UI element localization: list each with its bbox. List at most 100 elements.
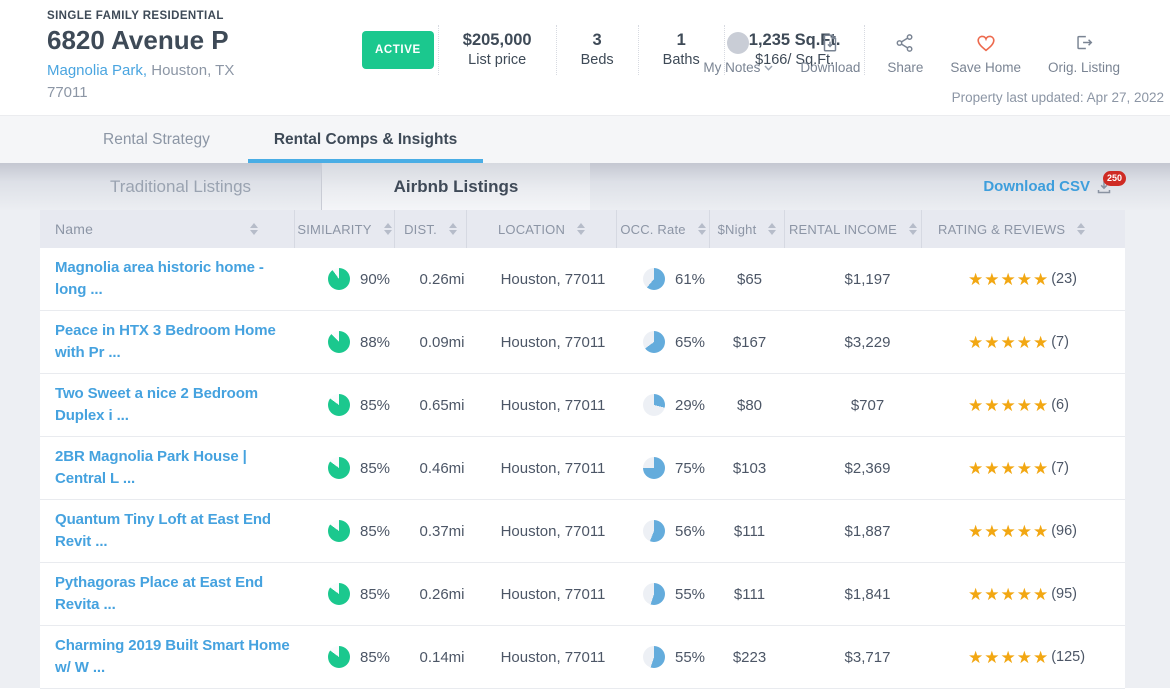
similarity-value: 85% xyxy=(360,523,390,540)
download-csv-link[interactable]: Download CSV 250 xyxy=(983,163,1112,210)
table-row: Two Sweet a nice 2 Bedroom Duplex i ... … xyxy=(40,374,1125,437)
tab-rental-comps-insights[interactable]: Rental Comps & Insights xyxy=(266,116,465,163)
comps-table-body: Magnolia area historic home - long ... 9… xyxy=(40,248,1125,688)
occupancy-pie-icon xyxy=(643,583,665,605)
similarity-value: 88% xyxy=(360,334,390,351)
occupancy-value: 75% xyxy=(675,460,705,477)
column-header-location[interactable]: LOCATION xyxy=(467,210,617,248)
occupancy-value: 55% xyxy=(675,586,705,603)
night-price-value: $80 xyxy=(737,397,762,414)
star-rating-icon: ★★★★★ xyxy=(968,334,1049,351)
star-rating-icon: ★★★★★ xyxy=(968,460,1049,477)
last-updated-label: Property last updated: Apr 27, 2022 xyxy=(952,90,1164,105)
sort-icon[interactable] xyxy=(449,223,457,235)
comps-section: Traditional Listings Airbnb Listings Dow… xyxy=(0,163,1170,688)
location-value: Houston, 77011 xyxy=(501,649,606,666)
star-rating-icon: ★★★★★ xyxy=(968,523,1049,540)
similarity-value: 85% xyxy=(360,460,390,477)
property-location: Magnolia Park, Houston, TX 77011 xyxy=(47,60,272,104)
night-price-value: $167 xyxy=(733,334,766,351)
similarity-value: 85% xyxy=(360,586,390,603)
occupancy-pie-icon xyxy=(643,331,665,353)
location-value: Houston, 77011 xyxy=(501,397,606,414)
sort-icon[interactable] xyxy=(909,223,917,235)
sort-icon[interactable] xyxy=(1077,223,1085,235)
download-button[interactable]: Download xyxy=(800,32,860,75)
comps-table-header: NameSIMILARITYDIST.LOCATIONOCC. Rate$Nig… xyxy=(40,210,1125,248)
column-header-rental-income[interactable]: RENTAL INCOME xyxy=(785,210,922,248)
distance-value: 0.09mi xyxy=(419,334,464,351)
table-row: Quantum Tiny Loft at East End Revit ... … xyxy=(40,500,1125,563)
rental-income-value: $1,841 xyxy=(845,586,891,603)
similarity-value: 90% xyxy=(360,271,390,288)
occupancy-pie-icon xyxy=(643,394,665,416)
listing-name-link[interactable]: Charming 2019 Built Smart Home w/ W ... xyxy=(55,635,295,680)
listing-name-link[interactable]: Peace in HTX 3 Bedroom Home with Pr ... xyxy=(55,320,295,365)
external-listing-icon xyxy=(1073,32,1095,54)
neighborhood-link[interactable]: Magnolia Park, xyxy=(47,62,147,79)
occupancy-pie-icon xyxy=(643,268,665,290)
rental-income-value: $3,229 xyxy=(845,334,891,351)
similarity-pie-icon xyxy=(328,331,350,353)
distance-value: 0.26mi xyxy=(419,271,464,288)
column-header-rating-reviews[interactable]: RATING & REVIEWS xyxy=(922,210,1125,248)
heart-icon xyxy=(975,32,997,54)
reviews-count: (96) xyxy=(1051,523,1077,539)
location-value: Houston, 77011 xyxy=(501,460,606,477)
listing-name-link[interactable]: Quantum Tiny Loft at East End Revit ... xyxy=(55,509,295,554)
share-icon xyxy=(894,32,916,54)
occupancy-pie-icon xyxy=(643,646,665,668)
similarity-pie-icon xyxy=(328,457,350,479)
notes-icon xyxy=(727,32,749,54)
sort-icon[interactable] xyxy=(384,223,392,235)
table-row: Peace in HTX 3 Bedroom Home with Pr ... … xyxy=(40,311,1125,374)
sort-icon[interactable] xyxy=(577,223,585,235)
night-price-value: $103 xyxy=(733,460,766,477)
column-header-occ-rate[interactable]: OCC. Rate xyxy=(617,210,710,248)
orig-listing-button[interactable]: Orig. Listing xyxy=(1048,32,1120,75)
column-header-night[interactable]: $Night xyxy=(710,210,785,248)
rental-income-value: $2,369 xyxy=(845,460,891,477)
table-row: Magnolia area historic home - long ... 9… xyxy=(40,248,1125,311)
similarity-value: 85% xyxy=(360,397,390,414)
night-price-value: $111 xyxy=(734,523,765,540)
subtab-traditional-listings[interactable]: Traditional Listings xyxy=(40,163,322,210)
save-home-button[interactable]: Save Home xyxy=(950,32,1021,75)
distance-value: 0.65mi xyxy=(419,397,464,414)
reviews-count: (23) xyxy=(1051,271,1077,287)
location-value: Houston, 77011 xyxy=(501,271,606,288)
tab-rental-strategy[interactable]: Rental Strategy xyxy=(95,116,218,163)
occupancy-pie-icon xyxy=(643,457,665,479)
star-rating-icon: ★★★★★ xyxy=(968,649,1049,666)
similarity-pie-icon xyxy=(328,646,350,668)
occupancy-value: 61% xyxy=(675,271,705,288)
sort-icon[interactable] xyxy=(768,223,776,235)
share-button[interactable]: Share xyxy=(887,32,923,75)
occupancy-value: 29% xyxy=(675,397,705,414)
reviews-count: (7) xyxy=(1051,460,1069,476)
main-tab-bar: Rental Strategy Rental Comps & Insights xyxy=(0,115,1170,163)
sort-icon[interactable] xyxy=(698,223,706,235)
sort-icon[interactable] xyxy=(250,223,258,235)
listing-name-link[interactable]: 2BR Magnolia Park House | Central L ... xyxy=(55,446,295,491)
location-value: Houston, 77011 xyxy=(501,523,606,540)
column-header-name[interactable]: Name xyxy=(40,210,295,248)
reviews-count: (6) xyxy=(1051,397,1069,413)
column-header-dist[interactable]: DIST. xyxy=(395,210,467,248)
column-header-similarity[interactable]: SIMILARITY xyxy=(295,210,395,248)
distance-value: 0.46mi xyxy=(419,460,464,477)
similarity-pie-icon xyxy=(328,520,350,542)
subtab-airbnb-listings[interactable]: Airbnb Listings xyxy=(322,163,590,210)
listing-name-link[interactable]: Two Sweet a nice 2 Bedroom Duplex i ... xyxy=(55,383,295,428)
stat-beds: 3 Beds xyxy=(556,25,638,75)
star-rating-icon: ★★★★★ xyxy=(968,271,1049,288)
distance-value: 0.26mi xyxy=(419,586,464,603)
status-badge[interactable]: ACTIVE xyxy=(362,31,434,69)
my-notes-button[interactable]: My Notes xyxy=(703,32,773,75)
similarity-value: 85% xyxy=(360,649,390,666)
stat-list-price: $205,000 List price xyxy=(438,25,556,75)
night-price-value: $65 xyxy=(737,271,762,288)
reviews-count: (95) xyxy=(1051,586,1077,602)
listing-name-link[interactable]: Magnolia area historic home - long ... xyxy=(55,257,295,302)
listing-name-link[interactable]: Pythagoras Place at East End Revita ... xyxy=(55,572,295,617)
